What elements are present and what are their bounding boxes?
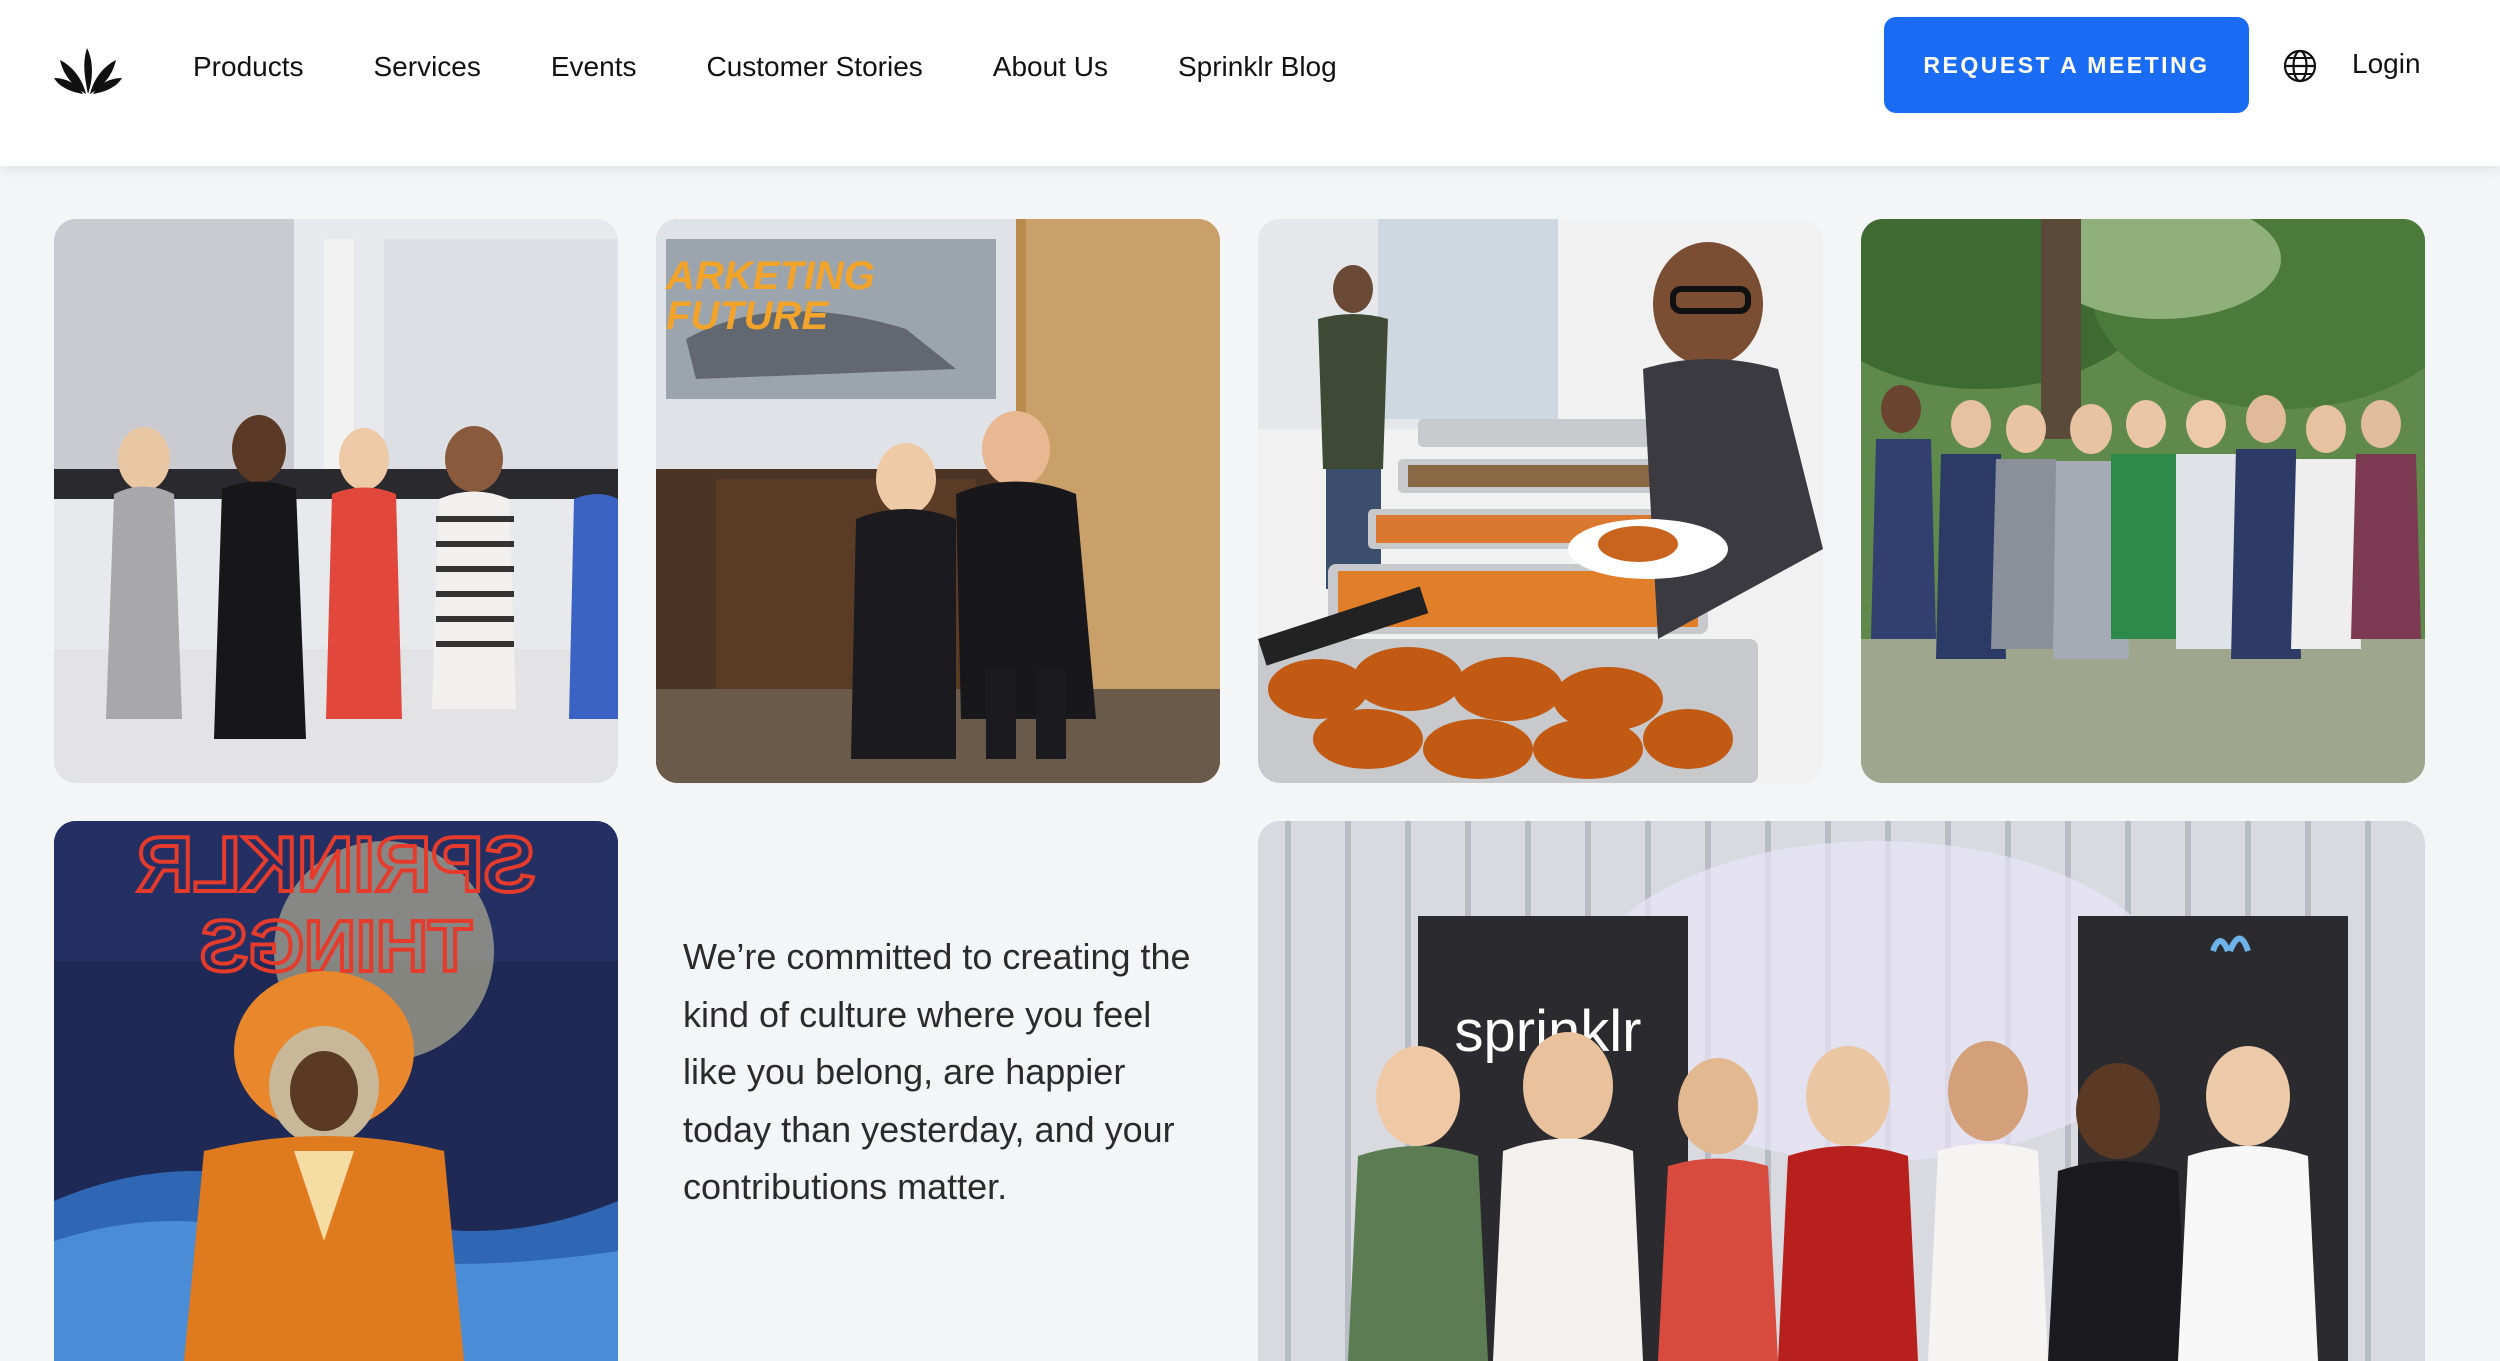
- top-navigation-bar: Products Services Events Customer Storie…: [0, 0, 2500, 166]
- request-meeting-button[interactable]: REQUEST A MEETING: [1884, 17, 2249, 113]
- nav-about-us[interactable]: About Us: [993, 51, 1108, 83]
- primary-nav: Products Services Events Customer Storie…: [193, 0, 1407, 134]
- nav-sprinklr-blog[interactable]: Sprinklr Blog: [1178, 51, 1337, 83]
- culture-statement: We’re committed to creating the kind of …: [683, 936, 1191, 1207]
- women-at-sprinklr-event-photo: sprinklr: [1258, 821, 2425, 1361]
- two-presenters-photo: ARKETING FUTURE: [656, 219, 1220, 783]
- login-link[interactable]: Login: [2352, 48, 2421, 80]
- svg-text:ARKETING: ARKETING: [665, 254, 875, 298]
- costume-event-photo: SPRINKLR THINGS: [54, 821, 618, 1361]
- nav-events[interactable]: Events: [551, 51, 637, 83]
- group-of-women-photo: [54, 219, 618, 783]
- sprinklr-logo[interactable]: [52, 38, 124, 96]
- globe-icon[interactable]: [2282, 48, 2318, 84]
- svg-text:SPRINKLR: SPRINKLR: [137, 821, 536, 908]
- nav-products[interactable]: Products: [193, 51, 304, 83]
- svg-text:FUTURE: FUTURE: [666, 294, 830, 338]
- volunteer-group-photo: [1861, 219, 2425, 783]
- nav-services[interactable]: Services: [374, 51, 481, 83]
- food-buffet-photo: [1258, 219, 1823, 783]
- nav-customer-stories[interactable]: Customer Stories: [706, 51, 922, 83]
